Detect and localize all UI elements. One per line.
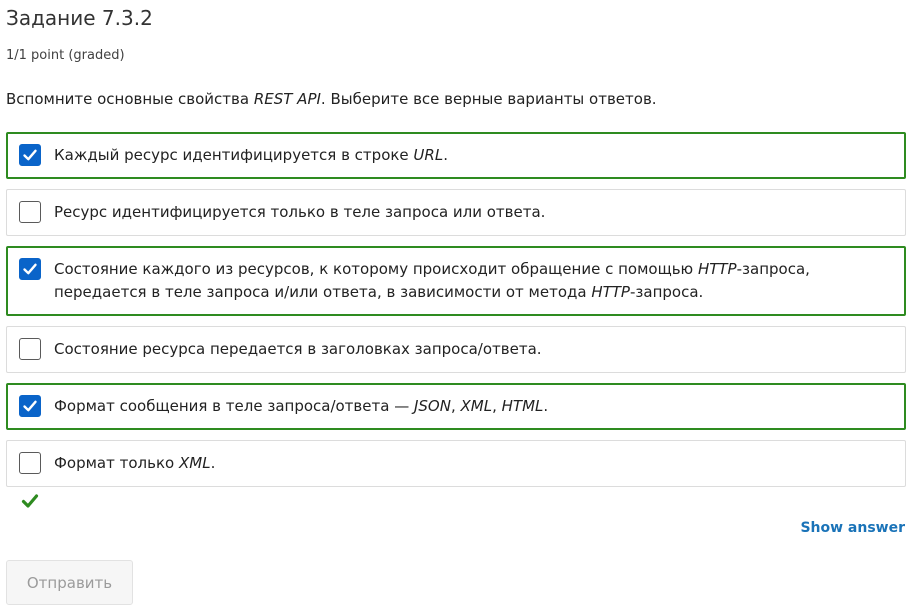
option-label: Состояние каждого из ресурсов, к котором…: [54, 258, 893, 304]
option-term: HTML: [501, 397, 544, 415]
checkbox-checked-icon[interactable]: [19, 258, 41, 280]
option-term: URL: [413, 146, 444, 164]
option-2[interactable]: Ресурс идентифицируется только в теле за…: [6, 189, 906, 236]
points-label: 1/1 point (graded): [6, 48, 125, 63]
option-term: HTTP: [591, 283, 630, 301]
checkmark-icon: [21, 492, 39, 514]
option-text: Состояние каждого из ресурсов, к котором…: [54, 260, 698, 278]
option-text: ,: [492, 397, 502, 415]
option-text: .: [210, 454, 216, 472]
option-term: XML: [460, 397, 493, 415]
question-prefix: Вспомните основные свойства: [6, 90, 254, 108]
option-term: HTTP: [697, 260, 737, 278]
checkbox-unchecked-icon[interactable]: [19, 452, 41, 474]
checkbox-checked-icon[interactable]: [19, 395, 41, 417]
checkbox-checked-icon[interactable]: [19, 144, 41, 166]
option-text: .: [543, 397, 549, 415]
option-text: Формат только: [54, 454, 179, 472]
submit-button[interactable]: Отправить: [6, 560, 133, 605]
option-term: XML: [178, 454, 211, 472]
option-1[interactable]: Каждый ресурс идентифицируется в строке …: [6, 132, 906, 179]
option-text: Состояние ресурса передается в заголовка…: [54, 340, 542, 358]
option-text: Формат сообщения в теле запроса/ответа —: [54, 397, 414, 415]
option-text: .: [443, 146, 448, 164]
option-label: Ресурс идентифицируется только в теле за…: [54, 201, 545, 224]
checkbox-unchecked-icon[interactable]: [19, 338, 41, 360]
option-label: Формат сообщения в теле запроса/ответа —…: [54, 395, 548, 418]
question-suffix: . Выберите все верные варианты ответов.: [320, 90, 657, 108]
option-text: Каждый ресурс идентифицируется в строке: [54, 146, 414, 164]
option-3[interactable]: Состояние каждого из ресурсов, к котором…: [6, 246, 906, 316]
show-answer-button[interactable]: Show answer: [800, 520, 905, 536]
option-text: ,: [450, 397, 461, 415]
question-text: Вспомните основные свойства REST API. Вы…: [6, 90, 657, 108]
option-text: Ресурс идентифицируется только в теле за…: [54, 203, 546, 221]
option-term: JSON: [413, 397, 451, 415]
option-6[interactable]: Формат только XML.: [6, 440, 906, 487]
answer-options: Каждый ресурс идентифицируется в строке …: [6, 132, 906, 497]
option-label: Каждый ресурс идентифицируется в строке …: [54, 144, 448, 167]
problem-title: Задание 7.3.2: [6, 6, 153, 30]
checkbox-unchecked-icon[interactable]: [19, 201, 41, 223]
option-label: Формат только XML.: [54, 452, 215, 475]
option-5[interactable]: Формат сообщения в теле запроса/ответа —…: [6, 383, 906, 430]
option-text: -запроса.: [629, 283, 704, 301]
option-4[interactable]: Состояние ресурса передается в заголовка…: [6, 326, 906, 373]
question-term: REST API: [253, 90, 321, 108]
option-label: Состояние ресурса передается в заголовка…: [54, 338, 542, 361]
